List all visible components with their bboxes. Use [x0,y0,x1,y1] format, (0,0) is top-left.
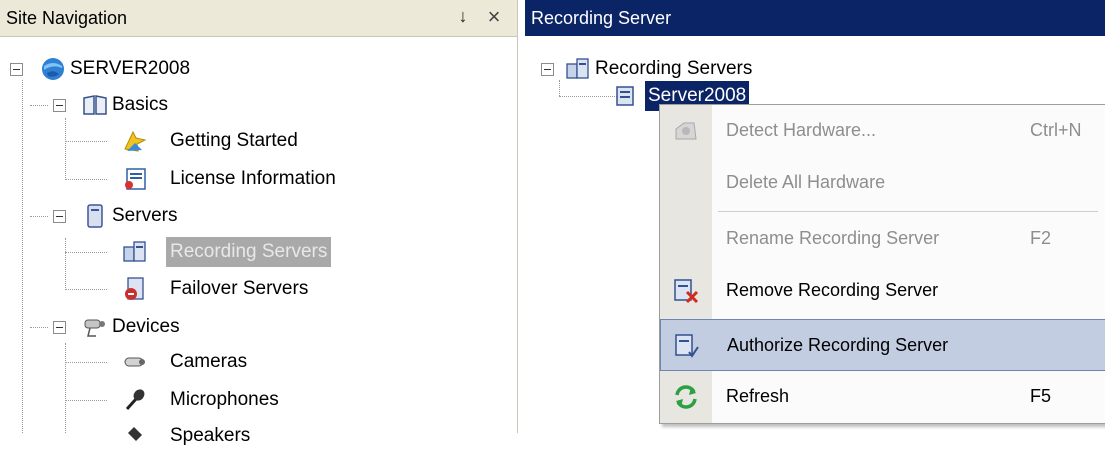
recording-server-title: Recording Server [531,8,672,28]
recording-server-icon [616,86,634,106]
tree-item-server[interactable]: SERVER2008 [0,54,517,84]
book-icon [83,95,107,115]
license-icon [125,168,146,190]
tree-item-label: Microphones [170,389,279,410]
context-menu: Detect Hardware... Ctrl+N Delete All Har… [659,104,1105,424]
menu-item-label: Remove Recording Server [726,280,939,300]
tree-item-speakers[interactable]: Speakers [0,421,517,451]
collapse-icon[interactable] [53,321,66,334]
devices-icon [84,319,105,337]
menu-item-label: Rename Recording Server [726,228,940,248]
tree-item-label: License Information [170,168,336,189]
tree-item-basics[interactable]: Basics [0,90,517,120]
tree-item-recording-servers[interactable]: Recording Servers [0,237,517,267]
menu-item-label: Delete All Hardware [726,172,886,192]
menu-item-label: Authorize Recording Server [727,335,949,355]
menu-item-shortcut: F2 [1030,228,1052,248]
failover-server-icon [125,277,144,300]
collapse-icon[interactable] [10,63,23,76]
authorize-server-icon [675,334,699,358]
tree-item-failover-servers[interactable]: Failover Servers [0,274,517,304]
detect-hardware-icon [675,122,697,140]
tree-item-label: Recording Servers [166,237,332,267]
tree-item-label: Failover Servers [170,278,309,299]
refresh-icon [675,385,697,409]
speaker-icon [128,427,142,441]
tree-item-microphones[interactable]: Microphones [0,385,517,415]
menu-item-shortcut: Ctrl+N [1030,120,1082,140]
server-globe-icon [42,58,64,80]
servers-icon [87,204,103,228]
menu-item-detect-hardware[interactable]: Detect Hardware... Ctrl+N [660,105,1105,157]
site-navigation-pane: Site Navigation ↓ × SERVER2008 Basics Ge… [0,0,518,446]
menu-item-label: Refresh [726,386,790,406]
camera-icon [124,357,145,367]
tree-item-label: Devices [112,316,180,337]
microphone-icon [125,389,145,411]
menu-item-refresh[interactable]: Refresh F5 [660,371,1105,423]
menu-item-remove-recording-server[interactable]: Remove Recording Server [660,265,1105,317]
tree-item-servers[interactable]: Servers [0,201,517,231]
menu-item-rename-recording-server[interactable]: Rename Recording Server F2 [660,213,1105,265]
recording-server-title-bar: Recording Server [525,0,1105,36]
tree-item-label: Recording Servers [595,58,753,79]
tree-item-cameras[interactable]: Cameras [0,347,517,377]
menu-item-authorize-recording-server[interactable]: Authorize Recording Server [660,319,1105,371]
menu-separator [718,211,1098,212]
tree-item-label: Basics [112,94,168,115]
recording-server-icon [123,241,146,262]
collapse-icon[interactable] [53,99,66,112]
tree-item-label: Speakers [170,425,251,446]
tree-item-label: Servers [112,205,178,226]
menu-item-label: Detect Hardware... [726,120,877,140]
collapse-icon[interactable] [541,63,554,76]
collapse-icon[interactable] [53,210,66,223]
pin-icon[interactable]: ↓ [453,6,473,27]
remove-server-icon [674,279,699,304]
getting-started-icon [124,130,147,152]
tree-item-label: Getting Started [170,130,298,151]
menu-item-delete-all-hardware[interactable]: Delete All Hardware [660,157,1105,209]
tree-item-getting-started[interactable]: Getting Started [0,126,517,156]
menu-item-shortcut: F5 [1030,386,1052,406]
tree-item-label: Cameras [170,351,248,372]
tree-item-recording-servers-root[interactable]: Recording Servers [525,54,1105,84]
tree-item-label: SERVER2008 [70,58,191,79]
site-navigation-title-bar: Site Navigation ↓ × [0,0,517,37]
tree-item-devices[interactable]: Devices [0,312,517,342]
recording-server-icon [566,58,589,79]
site-navigation-title: Site Navigation [6,8,128,28]
tree-item-license-information[interactable]: License Information [0,164,517,194]
close-icon[interactable]: × [483,4,505,30]
